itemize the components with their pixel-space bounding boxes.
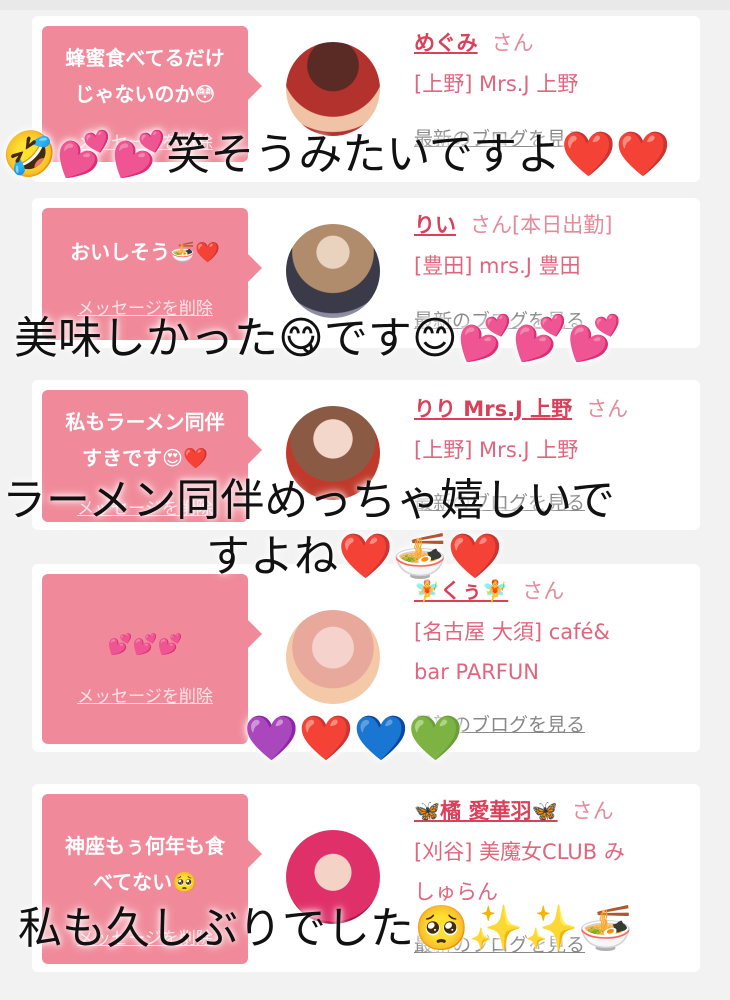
honorific: さん <box>571 799 614 823</box>
shop-label[interactable]: [豊田] mrs.J 豊田 <box>414 246 694 286</box>
message-text-line: おいしそう🍜❤️ <box>70 240 220 264</box>
shop-label[interactable]: [上野] Mrs.J 上野 <box>414 430 694 470</box>
profile-info: りい さん[本日出勤] [豊田] mrs.J 豊田 <box>414 210 694 286</box>
profile-info: りり Mrs.J 上野 さん [上野] Mrs.J 上野 <box>414 394 694 470</box>
girl-name-link[interactable]: 🦋橘 愛華羽🦋 <box>414 799 558 823</box>
avatar[interactable] <box>286 224 380 318</box>
shop-label[interactable]: [上野] Mrs.J 上野 <box>414 64 694 104</box>
message-bubble: 💕💕💕 メッセージを削除 <box>42 574 262 744</box>
girl-name-link[interactable]: りり Mrs.J 上野 <box>414 397 572 421</box>
reply-overlay: 私も久しぶりでした🥺✨✨🍜 <box>18 903 634 954</box>
honorific: さん <box>491 31 534 55</box>
honorific: さん <box>586 397 629 421</box>
reply-overlay: 💜❤️💙💚 <box>244 713 464 764</box>
message-text-line: 💕💕💕 <box>107 632 183 656</box>
message-text-line: じゃないのか😳 <box>74 82 216 106</box>
girl-name-link[interactable]: めぐみ <box>414 31 478 55</box>
avatar[interactable] <box>286 610 380 704</box>
message-text-line: 神座もぅ何年も食 <box>65 834 225 858</box>
reply-overlay: すよね❤️🍜❤️ <box>206 531 503 582</box>
message-text-line: すきです😍❤️ <box>82 446 208 470</box>
profile-info: 🧚くぅ🧚 さん [名古屋 大須] café& bar PARFUN <box>414 576 694 692</box>
girl-name-link[interactable]: りい <box>414 213 456 237</box>
message-text-line: べてない🥺 <box>92 870 198 894</box>
reply-overlay: 🤣💕💕笑そうみたいですよ❤️❤️ <box>2 129 671 180</box>
honorific: さん[本日出勤] <box>470 213 613 237</box>
profile-info: めぐみ さん [上野] Mrs.J 上野 <box>414 28 694 104</box>
shop-label[interactable]: [名古屋 大須] café& <box>414 612 694 652</box>
shop-label[interactable]: bar PARFUN <box>414 652 694 692</box>
honorific: さん <box>522 579 565 603</box>
reply-overlay: ラーメン同伴めっちゃ嬉しいで <box>2 475 615 526</box>
delete-message-link[interactable]: メッセージを削除 <box>42 682 248 707</box>
top-divider <box>0 0 730 10</box>
profile-info: 🦋橘 愛華羽🦋 さん [刈谷] 美魔女CLUB み しゅらん <box>414 796 694 912</box>
message-text-line: 私もラーメン同伴 <box>65 410 225 434</box>
message-text-line: 蜂蜜食べてるだけ <box>65 46 225 70</box>
reply-overlay: 美味しかった😋です😊💕💕💕 <box>14 313 623 364</box>
shop-label[interactable]: [刈谷] 美魔女CLUB み <box>414 832 694 872</box>
avatar[interactable] <box>286 42 380 136</box>
